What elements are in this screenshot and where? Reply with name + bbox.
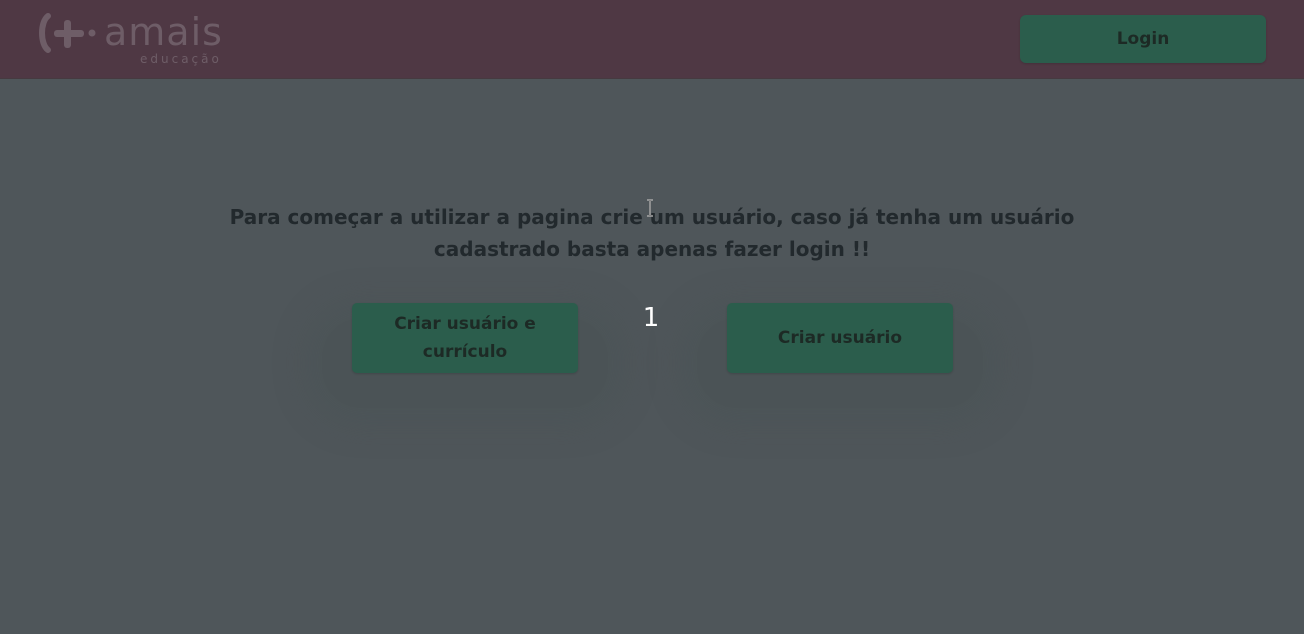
text-cursor-icon xyxy=(647,199,653,217)
create-user-and-cv-button[interactable]: Criar usuário e currículo xyxy=(352,303,578,373)
top-header: amais educação Login xyxy=(0,0,1304,79)
logo-wordmark: amais xyxy=(104,10,223,54)
logo-tagline: educação xyxy=(140,52,222,66)
amais-logo[interactable]: amais educação xyxy=(38,10,238,68)
login-button[interactable]: Login xyxy=(1020,15,1266,63)
create-user-button[interactable]: Criar usuário xyxy=(727,303,953,373)
amais-plus-logo-icon xyxy=(39,13,96,53)
intro-line-2: cadastrado basta apenas fazer login !! xyxy=(433,237,871,261)
counter-value: 1 xyxy=(642,303,660,333)
